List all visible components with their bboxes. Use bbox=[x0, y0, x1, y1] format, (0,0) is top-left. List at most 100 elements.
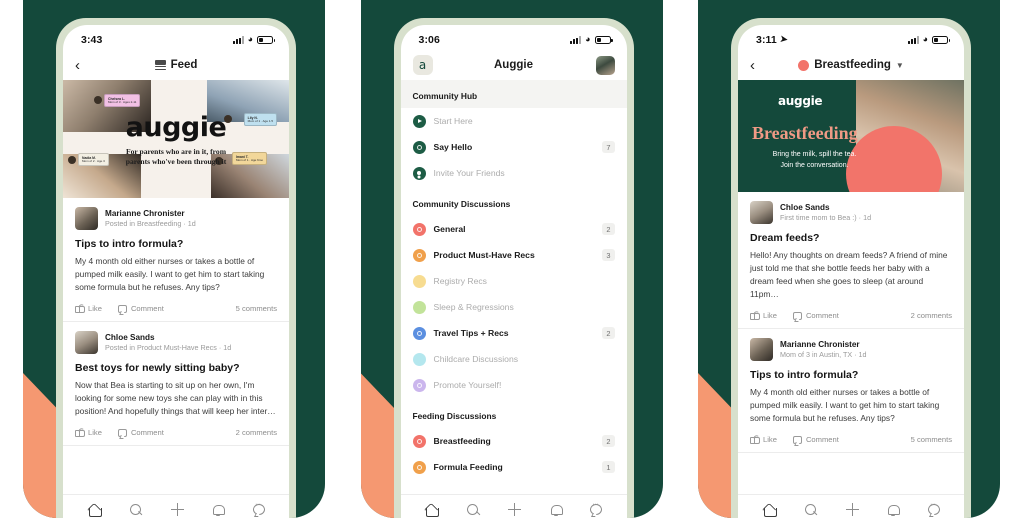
post-body: Now that Bea is starting to sit up on he… bbox=[75, 380, 276, 417]
feed-body[interactable]: Chelsea L. Mom of 3 · Ages 2-11 Lily N. … bbox=[63, 80, 289, 494]
phone-frame-2: 3:06 ◕ a Auggie Community Hub Start Here… bbox=[393, 18, 634, 518]
hub-item-label: Breastfeeding bbox=[433, 436, 491, 446]
hero-banner-feed: Chelsea L. Mom of 3 · Ages 2-11 Lily N. … bbox=[63, 80, 289, 198]
channel-body[interactable]: auggie Breastfeeding Bring the milk, spi… bbox=[738, 80, 964, 494]
plus-icon[interactable] bbox=[508, 503, 521, 516]
post-card[interactable]: Chloe Sands First time mom to Bea :) · 1… bbox=[738, 192, 964, 330]
comment-button[interactable]: Comment bbox=[792, 435, 839, 444]
hub-item-invite-friends[interactable]: Invite Your Friends bbox=[401, 160, 627, 186]
auggie-logo-icon[interactable]: a bbox=[412, 55, 433, 75]
hub-item-registry-recs[interactable]: Registry Recs bbox=[401, 268, 627, 294]
home-icon[interactable] bbox=[88, 504, 102, 517]
hub-item-general[interactable]: General 2 bbox=[401, 216, 627, 242]
circle-icon bbox=[412, 352, 426, 366]
comment-count[interactable]: 5 comments bbox=[911, 435, 952, 444]
post-card[interactable]: Marianne Chronister Mom of 3 in Austin, … bbox=[738, 329, 964, 454]
bell-icon[interactable] bbox=[550, 504, 563, 516]
hub-item-promote-yourself[interactable]: Promote Yourself! bbox=[401, 372, 627, 398]
comment-count[interactable]: 2 comments bbox=[911, 311, 952, 320]
status-bar-1: 3:43 ◕ bbox=[63, 25, 289, 50]
section-header: Community Discussions bbox=[400, 186, 627, 216]
hub-item-label: Registry Recs bbox=[433, 276, 487, 286]
hub-item-say-hello[interactable]: Say Hello 7 bbox=[401, 134, 627, 160]
comment-icon bbox=[117, 428, 127, 437]
hub-item-label: Invite Your Friends bbox=[433, 168, 505, 178]
plus-icon[interactable] bbox=[170, 503, 184, 516]
post-meta: Posted in Product Must-Have Recs · 1d bbox=[105, 343, 232, 353]
chat-icon[interactable] bbox=[252, 501, 265, 515]
avatar[interactable] bbox=[750, 338, 773, 362]
avatar[interactable] bbox=[75, 331, 98, 355]
hub-item-sleep-regressions[interactable]: Sleep & Regressions bbox=[401, 294, 627, 320]
hub-item-product-recs[interactable]: Product Must-Have Recs 3 bbox=[401, 242, 627, 268]
post-identity: Chloe Sands First time mom to Bea :) · 1… bbox=[780, 203, 871, 223]
post-title: Tips to intro formula? bbox=[750, 369, 859, 382]
bell-icon[interactable] bbox=[888, 504, 900, 516]
chat-icon[interactable] bbox=[927, 501, 940, 515]
hub-item-start-here[interactable]: Start Here bbox=[401, 108, 627, 134]
hub-list[interactable]: Community Hub Start Here Say Hello 7 Inv… bbox=[400, 80, 627, 494]
comment-count[interactable]: 5 comments bbox=[236, 304, 277, 313]
circle-icon bbox=[412, 378, 426, 392]
like-label: Like bbox=[763, 311, 777, 321]
location-arrow-icon: ➤ bbox=[779, 33, 789, 45]
post-card[interactable]: Marianne Chronister Posted in Breastfeed… bbox=[63, 198, 289, 323]
search-icon[interactable] bbox=[804, 503, 817, 516]
comment-button[interactable]: Comment bbox=[792, 311, 839, 320]
thumbs-up-icon bbox=[75, 303, 85, 314]
post-header: Chloe Sands First time mom to Bea :) · 1… bbox=[750, 201, 952, 224]
status-clock: 3:11 ➤ bbox=[756, 34, 788, 46]
brand-tagline-line2: parents who've been through it bbox=[125, 157, 227, 167]
person-icon bbox=[412, 166, 426, 180]
avatar[interactable] bbox=[75, 207, 98, 230]
wifi-icon: ◕ bbox=[585, 34, 591, 44]
comment-button[interactable]: Comment bbox=[117, 428, 164, 437]
hub-item-childcare[interactable]: Childcare Discussions bbox=[401, 346, 627, 372]
status-clock: 3:43 bbox=[81, 33, 103, 46]
battery-icon bbox=[594, 35, 613, 44]
hub-item-breastfeeding[interactable]: Breastfeeding 2 bbox=[401, 428, 627, 454]
hub-item-label: Formula Feeding bbox=[433, 462, 503, 472]
back-button[interactable]: ‹ bbox=[75, 58, 80, 73]
unread-count: 2 bbox=[602, 223, 615, 235]
card-community-hub: 3:06 ◕ a Auggie Community Hub Start Here… bbox=[360, 0, 663, 518]
avatar[interactable] bbox=[595, 55, 615, 75]
hub-item-formula-feeding[interactable]: Formula Feeding 1 bbox=[401, 454, 627, 480]
chevron-down-icon[interactable]: ▼ bbox=[896, 61, 904, 70]
home-icon[interactable] bbox=[763, 504, 777, 517]
signal-icon bbox=[570, 35, 582, 44]
post-card[interactable]: Chloe Sands Posted in Product Must-Have … bbox=[63, 322, 289, 447]
status-bar-3: 3:11 ➤ ◕ bbox=[738, 25, 964, 50]
bell-icon[interactable] bbox=[213, 504, 225, 516]
battery-icon bbox=[257, 35, 275, 44]
brand-wordmark: auggie bbox=[778, 94, 823, 108]
battery-icon bbox=[932, 35, 950, 44]
circle-icon bbox=[412, 300, 426, 314]
channel-dot-icon bbox=[798, 59, 810, 71]
phone-screen-3: 3:11 ➤ ◕ ‹ Breastfeeding ▼ auggie Breast… bbox=[738, 25, 964, 518]
like-button[interactable]: Like bbox=[75, 427, 102, 438]
post-identity: Marianne Chronister Posted in Breastfeed… bbox=[105, 209, 196, 229]
card-breastfeeding: 3:11 ➤ ◕ ‹ Breastfeeding ▼ auggie Breast… bbox=[698, 0, 1000, 518]
post-body: Hello! Any thoughts on dream feeds? A fr… bbox=[750, 250, 948, 300]
search-icon[interactable] bbox=[129, 503, 142, 516]
brand-tagline-line1: For parents who are in it, from bbox=[125, 147, 227, 156]
like-label: Like bbox=[763, 435, 777, 445]
plus-icon[interactable] bbox=[845, 503, 859, 516]
hub-item-travel-tips[interactable]: Travel Tips + Recs 2 bbox=[401, 320, 627, 346]
comment-count[interactable]: 2 comments bbox=[236, 428, 277, 437]
search-icon[interactable] bbox=[467, 503, 479, 516]
home-icon[interactable] bbox=[425, 504, 439, 517]
brand-wordmark: auggie bbox=[125, 112, 227, 143]
chat-icon[interactable] bbox=[590, 501, 602, 515]
like-button[interactable]: Like bbox=[75, 303, 102, 314]
like-button[interactable]: Like bbox=[750, 310, 777, 321]
comment-button[interactable]: Comment bbox=[117, 304, 164, 313]
hero-brand-block: auggie For parents who are in it, from p… bbox=[63, 112, 289, 168]
post-body: My 4 month old either nurses or takes a … bbox=[750, 387, 940, 424]
status-time: 3:11 bbox=[756, 33, 777, 46]
back-button[interactable]: ‹ bbox=[750, 58, 755, 73]
hero-subtitle-line1: Bring the milk, spill the tea. bbox=[772, 151, 857, 158]
like-button[interactable]: Like bbox=[750, 434, 777, 445]
avatar[interactable] bbox=[750, 201, 773, 224]
